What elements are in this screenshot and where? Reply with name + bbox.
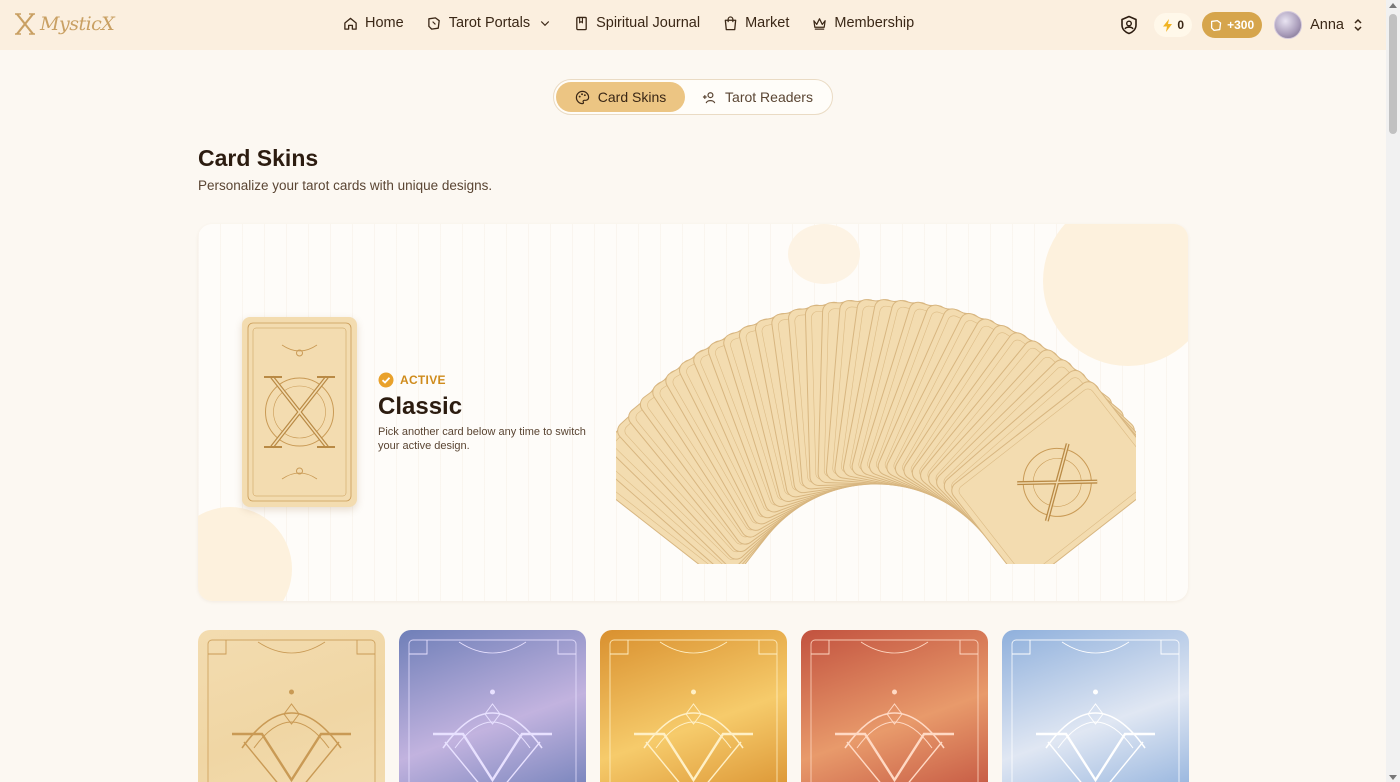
user-menu[interactable]: Anna	[1274, 11, 1364, 39]
chevron-down-icon	[540, 21, 550, 27]
active-skin-panel: ACTIVE Classic Pick another card below a…	[198, 224, 1188, 601]
active-badge-label: ACTIVE	[400, 373, 446, 387]
energy-count: 0	[1177, 18, 1185, 32]
nav-tarot-portals-label: Tarot Portals	[448, 15, 531, 31]
skin-card-art	[408, 639, 577, 782]
skin-card-ember[interactable]	[801, 630, 988, 782]
skin-card-classic[interactable]	[198, 630, 385, 782]
skin-card-opal[interactable]	[399, 630, 586, 782]
add-user-icon	[702, 91, 716, 103]
active-skin-card	[242, 317, 357, 507]
top-navbar: MysticX Home Tarot Portals Spiritual Jou…	[0, 0, 1386, 50]
tarot-hand-icon	[427, 16, 440, 30]
coin-reward-badge[interactable]: +300	[1202, 12, 1263, 38]
skin-card-amber[interactable]	[600, 630, 787, 782]
nav-membership[interactable]: Membership	[812, 15, 914, 31]
user-name: Anna	[1310, 17, 1344, 33]
palette-icon	[575, 90, 589, 104]
active-skin-description: Pick another card below any time to swit…	[378, 426, 586, 452]
brand-logo[interactable]: MysticX	[14, 12, 115, 36]
active-skin-name: Classic	[378, 393, 463, 420]
coin-reward: +300	[1227, 18, 1255, 32]
nav-home[interactable]: Home	[343, 15, 404, 31]
brand-name: MysticX	[40, 13, 115, 35]
shopping-bag-icon	[724, 15, 737, 30]
skin-card-art	[1011, 639, 1180, 782]
nav-market-label: Market	[745, 15, 790, 31]
nav-spiritual-journal[interactable]: Spiritual Journal	[574, 15, 700, 31]
nav-spiritual-journal-label: Spiritual Journal	[596, 15, 701, 31]
nav-market[interactable]: Market	[723, 15, 789, 31]
skin-card-art	[810, 639, 979, 782]
main-nav: Home Tarot Portals Spiritual Journal Mar…	[343, 15, 937, 31]
decorative-circle	[788, 224, 860, 284]
energy-counter[interactable]: 0	[1154, 13, 1193, 37]
page-title: Card Skins	[198, 145, 319, 171]
skin-card-art	[609, 639, 778, 782]
chevron-up-down-icon	[1354, 18, 1362, 32]
skin-card-art	[207, 639, 376, 782]
tab-tarot-readers-label: Tarot Readers	[725, 89, 813, 105]
journal-icon	[576, 16, 587, 30]
page-subtitle: Personalize your tarot cards with unique…	[198, 178, 493, 193]
tab-tarot-readers[interactable]: Tarot Readers	[685, 82, 830, 112]
skin-card-frost[interactable]	[1002, 630, 1189, 782]
shield-user-icon	[1121, 15, 1138, 35]
scroll-up-icon[interactable]	[1389, 3, 1397, 8]
tab-card-skins[interactable]: Card Skins	[556, 82, 685, 112]
scroll-down-icon[interactable]	[1389, 775, 1397, 780]
page-scrollbar[interactable]	[1386, 0, 1400, 782]
security-button[interactable]	[1114, 10, 1144, 40]
nav-home-label: Home	[365, 15, 404, 31]
nav-right-group: 0 +300 Anna	[1114, 10, 1364, 40]
logo-x-icon	[15, 13, 35, 35]
active-badge: ACTIVE	[378, 372, 446, 388]
nav-membership-label: Membership	[834, 15, 915, 31]
nav-tarot-portals[interactable]: Tarot Portals	[427, 15, 551, 31]
check-circle-icon	[378, 372, 394, 388]
avatar	[1274, 11, 1303, 39]
home-icon	[344, 17, 357, 30]
crown-icon	[813, 17, 827, 30]
scroll-thumb[interactable]	[1389, 14, 1397, 134]
tab-card-skins-label: Card Skins	[597, 89, 667, 105]
card-back-emblem	[247, 322, 352, 502]
tarot-hand-icon	[1211, 19, 1222, 31]
section-tabs: Card Skins Tarot Readers	[553, 79, 833, 115]
lightning-icon	[1163, 18, 1173, 32]
card-fan-illustration	[616, 299, 1136, 564]
